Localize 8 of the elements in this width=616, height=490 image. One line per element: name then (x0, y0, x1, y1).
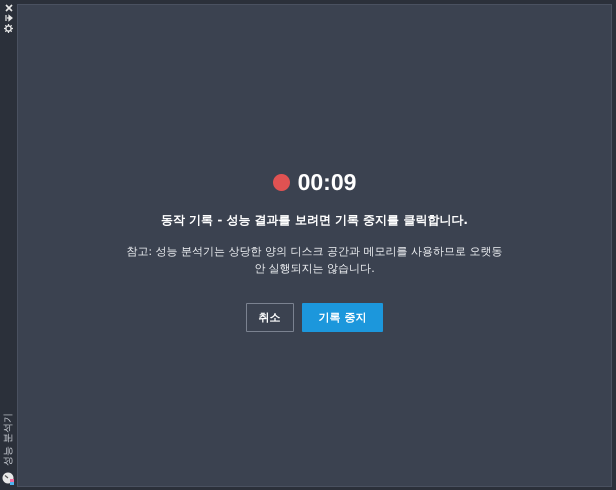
gauge-icon[interactable] (2, 472, 15, 485)
note-text: 참고: 성능 분석기는 상당한 양의 디스크 공간과 메모리를 사용하므로 오랫동안 실행되지는 않습니다. (125, 244, 504, 277)
elapsed-time: 00:09 (298, 169, 356, 196)
settings-icon[interactable] (4, 24, 13, 33)
status-message: 동작 기록 - 성능 결과를 보려면 기록 중지를 클릭합니다. (161, 212, 468, 229)
close-icon[interactable] (4, 4, 12, 12)
sidebar-title[interactable]: 성능 분석기 (2, 410, 16, 468)
cancel-button[interactable]: 취소 (246, 303, 294, 332)
